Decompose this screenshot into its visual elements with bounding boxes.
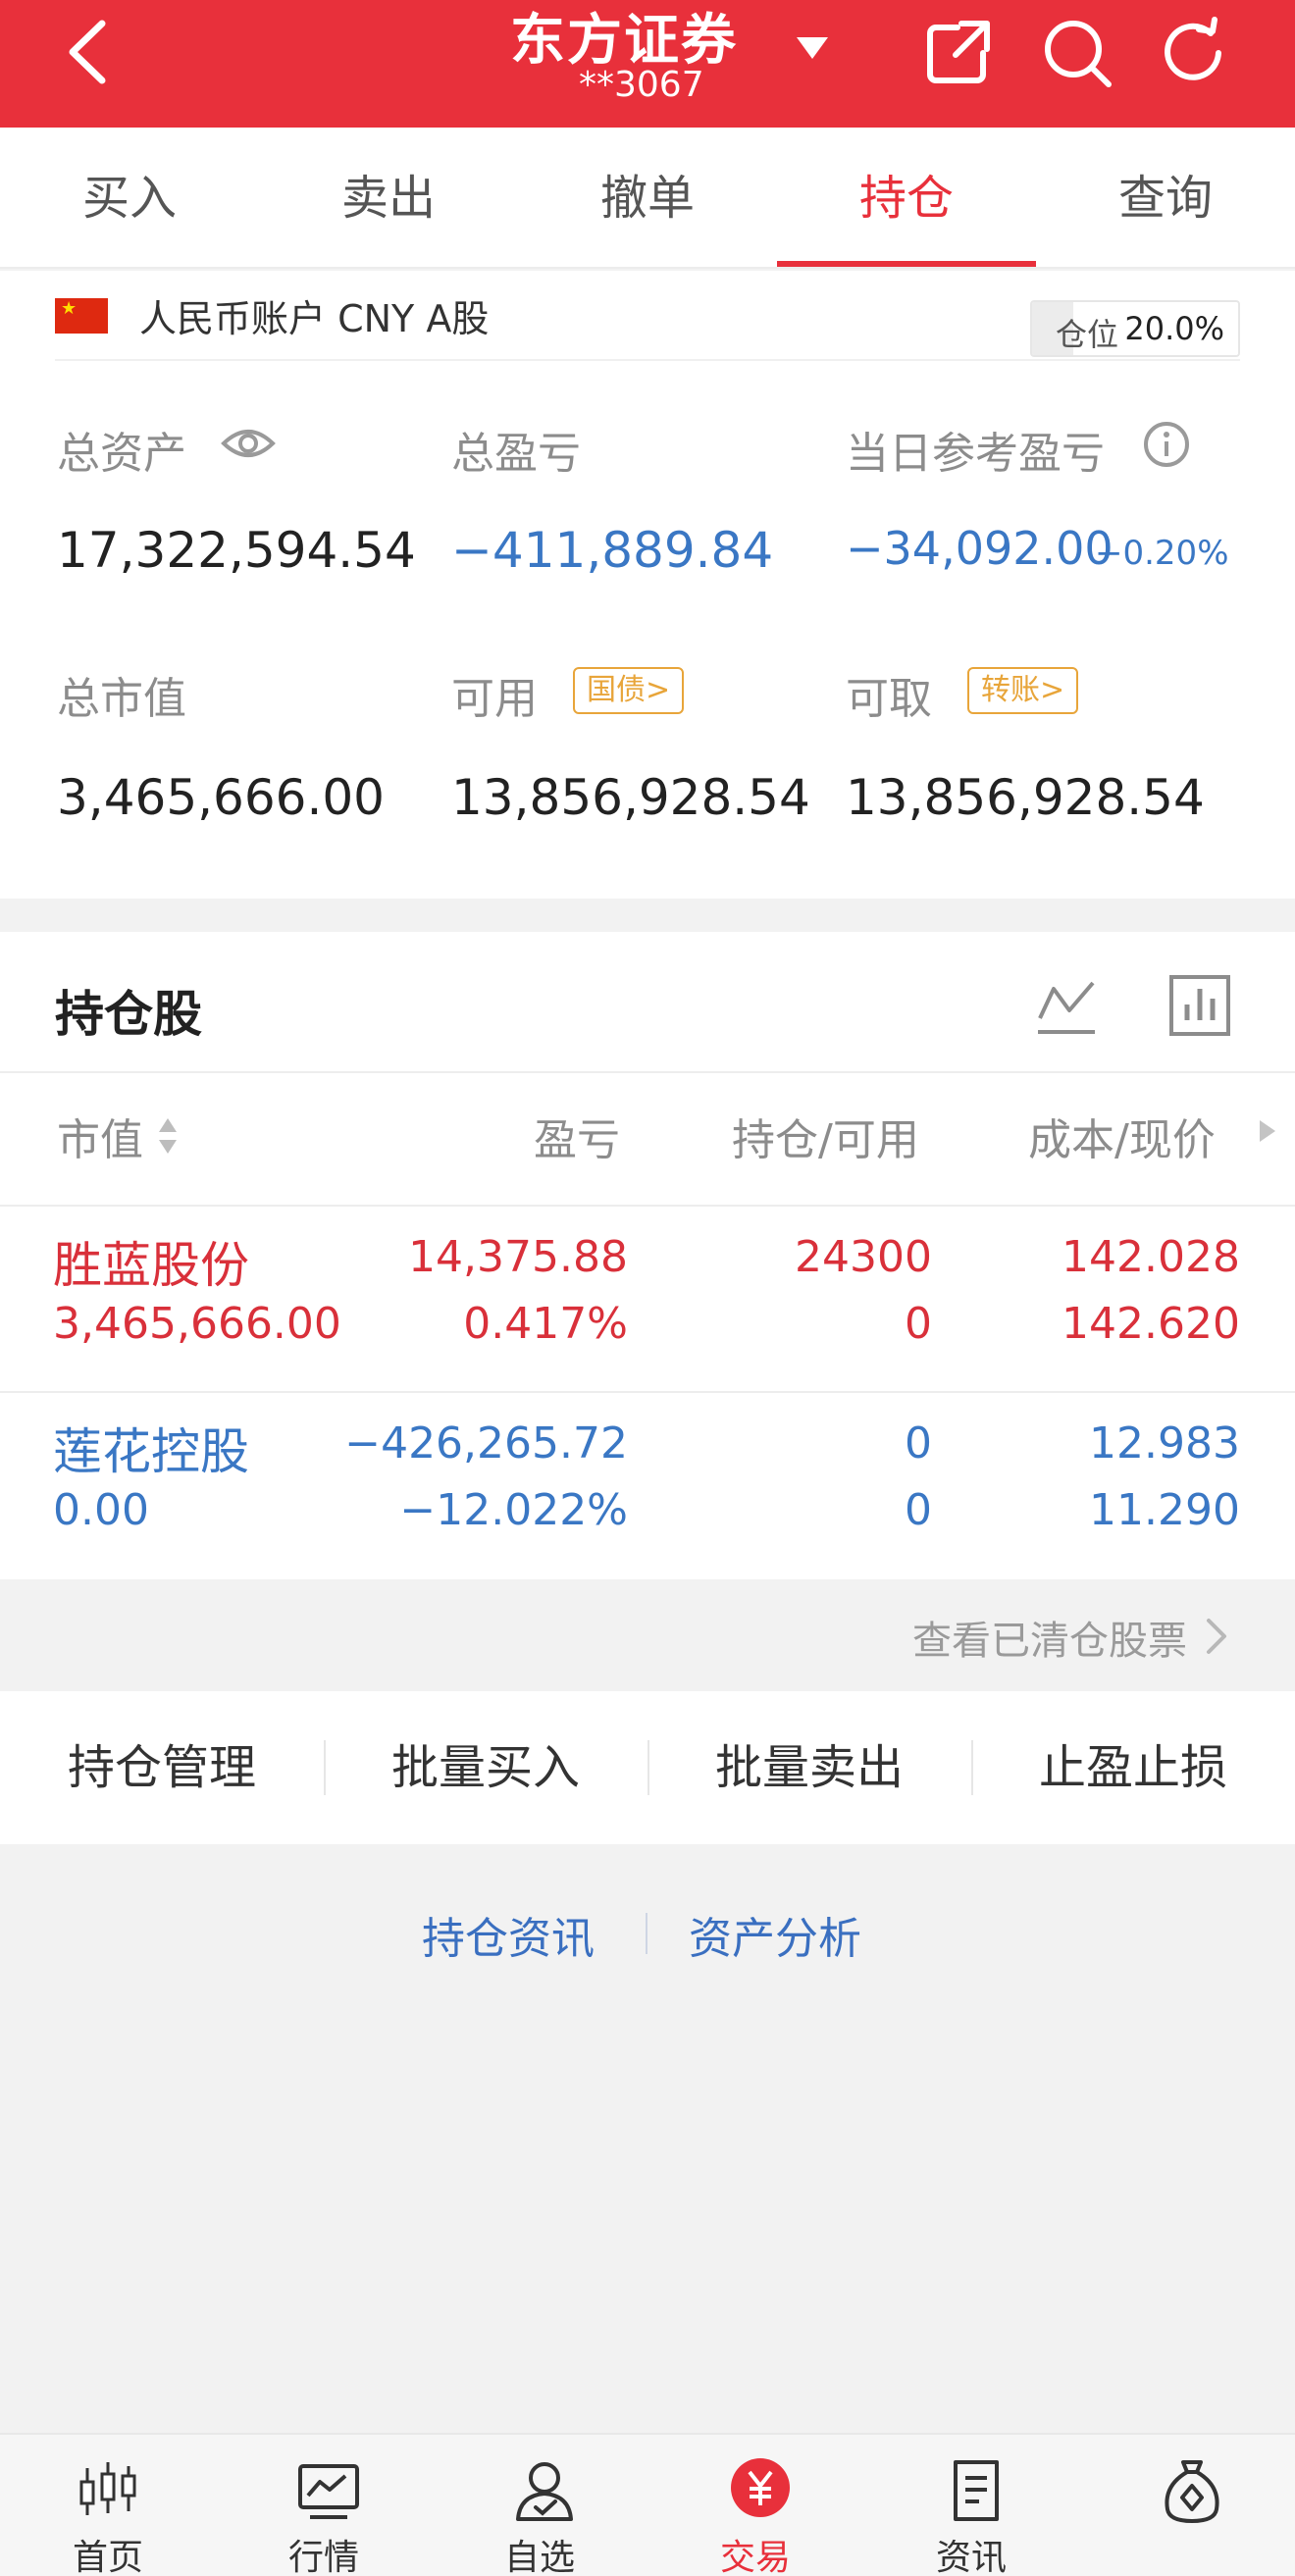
stock-position: 0	[905, 1418, 932, 1468]
stock-cost: 142.028	[1062, 1232, 1240, 1282]
stock-pnl: −426,265.72	[344, 1418, 628, 1468]
tab-buy[interactable]: 买入	[0, 128, 259, 269]
chevron-right-icon[interactable]	[1258, 1118, 1277, 1144]
market-value-value: 3,465,666.00	[57, 769, 385, 826]
tab-positions[interactable]: 持仓	[777, 128, 1036, 269]
stock-available: 0	[905, 1485, 932, 1535]
stock-name[interactable]: 胜蓝股份	[53, 1226, 249, 1297]
nav-home[interactable]: 首页	[0, 2435, 216, 2576]
available-label: 可用	[451, 674, 538, 724]
transfer-button[interactable]: 转账>	[967, 667, 1079, 714]
stock-market-value: 3,465,666.00	[53, 1299, 341, 1349]
account-type-label[interactable]: 人民币账户 CNY A股	[139, 288, 489, 342]
position-ratio-badge: 仓位 20.0%	[1030, 300, 1240, 357]
refresh-icon[interactable]	[1156, 14, 1234, 92]
position-actions: 持仓管理 批量买入 批量卖出 止盈止损	[0, 1691, 1295, 1844]
stock-cost: 12.983	[1089, 1418, 1240, 1468]
account-summary: ★ 人民币账户 CNY A股 仓位 20.0% 总资产 17,322,594.5…	[0, 271, 1295, 899]
nav-label: 行情	[287, 2538, 359, 2576]
available-value: 13,856,928.54	[451, 769, 810, 826]
nav-wealth[interactable]	[1079, 2435, 1295, 2576]
stock-available: 0	[905, 1299, 932, 1349]
divider	[55, 359, 1240, 361]
nav-label: 交易	[719, 2538, 791, 2576]
bar-chart-icon[interactable]	[1166, 971, 1234, 1040]
nav-label: 自选	[503, 2538, 575, 2576]
yuan-icon	[731, 2458, 790, 2517]
batch-buy-button[interactable]: 批量买入	[324, 1691, 648, 1844]
user-check-icon	[516, 2462, 573, 2521]
nav-label: 资讯	[935, 2538, 1007, 2576]
take-profit-stop-loss-button[interactable]: 止盈止损	[971, 1691, 1295, 1844]
stock-price: 142.620	[1062, 1299, 1240, 1349]
total-pnl-value: −411,889.84	[451, 522, 774, 579]
candlestick-icon	[79, 2462, 136, 2515]
eye-icon[interactable]	[220, 424, 277, 463]
total-assets-label: 总资产	[57, 429, 186, 479]
withdrawable-value: 13,856,928.54	[846, 769, 1205, 826]
stock-name[interactable]: 莲花控股	[53, 1413, 249, 1483]
treasury-bond-button[interactable]: 国债>	[573, 667, 685, 714]
cleared-stocks-link[interactable]: 查看已清仓股票	[0, 1579, 1295, 1691]
divider	[0, 1205, 1295, 1207]
daily-pnl-value: −34,092.00	[846, 522, 1114, 575]
asset-analysis-link[interactable]: 资产分析	[689, 1903, 861, 1966]
tab-cancel-order[interactable]: 撤单	[518, 128, 777, 269]
chart-icon	[298, 2464, 359, 2519]
nav-news[interactable]: 资讯	[863, 2435, 1079, 2576]
analysis-links: 持仓资讯 资产分析	[0, 1844, 1295, 2021]
tab-query[interactable]: 查询	[1036, 128, 1295, 269]
stock-market-value: 0.00	[53, 1485, 149, 1535]
stock-pnl: 14,375.88	[408, 1232, 628, 1282]
total-pnl-label: 总盈亏	[451, 429, 581, 479]
market-value-label: 总市值	[57, 674, 186, 724]
column-header-market-value[interactable]: 市值	[57, 1105, 177, 1167]
withdrawable-label: 可取	[846, 674, 932, 724]
money-bag-icon	[1165, 2460, 1219, 2523]
tab-sell[interactable]: 卖出	[259, 128, 518, 269]
line-chart-icon[interactable]	[1032, 971, 1101, 1040]
account-number: **3067	[579, 65, 704, 105]
stock-price: 11.290	[1089, 1485, 1240, 1535]
china-flag-icon: ★	[55, 298, 108, 334]
total-assets-value: 17,322,594.54	[57, 522, 416, 579]
bottom-navigation: 首页 行情 自选 交易 资讯	[0, 2433, 1295, 2576]
search-icon[interactable]	[1038, 14, 1116, 92]
nav-trade[interactable]: 交易	[648, 2435, 863, 2576]
stock-position: 24300	[795, 1232, 932, 1282]
nav-market[interactable]: 行情	[216, 2435, 432, 2576]
stock-pnl-percent: −12.022%	[399, 1485, 628, 1535]
batch-sell-button[interactable]: 批量卖出	[648, 1691, 971, 1844]
position-news-link[interactable]: 持仓资讯	[422, 1903, 595, 1966]
chevron-down-icon[interactable]	[793, 33, 832, 63]
nav-label: 首页	[72, 2538, 143, 2576]
column-header-cost-price: 成本/现价	[1028, 1115, 1216, 1165]
manage-positions-button[interactable]: 持仓管理	[0, 1691, 324, 1844]
info-icon[interactable]	[1142, 420, 1191, 469]
column-header-position: 持仓/可用	[732, 1115, 919, 1165]
cleared-stocks-label[interactable]: 查看已清仓股票	[912, 1609, 1187, 1666]
divider	[646, 1913, 648, 1954]
share-icon[interactable]	[918, 14, 997, 92]
position-ratio-label: 仓位	[1056, 316, 1119, 353]
active-tab-indicator	[777, 261, 1036, 267]
holdings-section: 持仓股 市值 盈亏 持仓/可用 成本/现价 胜蓝股份 3,465,666.00 …	[0, 932, 1295, 1579]
divider	[0, 1391, 1295, 1393]
divider	[0, 1071, 1295, 1073]
position-ratio-value: 20.0%	[1124, 310, 1224, 347]
nav-watchlist[interactable]: 自选	[432, 2435, 648, 2576]
trade-tabs: 买入 卖出 撤单 持仓 查询	[0, 128, 1295, 269]
column-header-pnl: 盈亏	[534, 1115, 620, 1165]
back-icon[interactable]	[59, 18, 118, 86]
holdings-title: 持仓股	[55, 986, 202, 1043]
stock-pnl-percent: 0.417%	[463, 1299, 628, 1349]
daily-pnl-percent: −0.20%	[1095, 534, 1229, 573]
daily-pnl-label: 当日参考盈亏	[846, 429, 1105, 479]
chevron-right-icon[interactable]	[1203, 1617, 1230, 1656]
document-icon	[954, 2460, 999, 2521]
top-bar: 东方证券 **3067	[0, 0, 1295, 128]
sort-icon[interactable]	[157, 1116, 179, 1156]
